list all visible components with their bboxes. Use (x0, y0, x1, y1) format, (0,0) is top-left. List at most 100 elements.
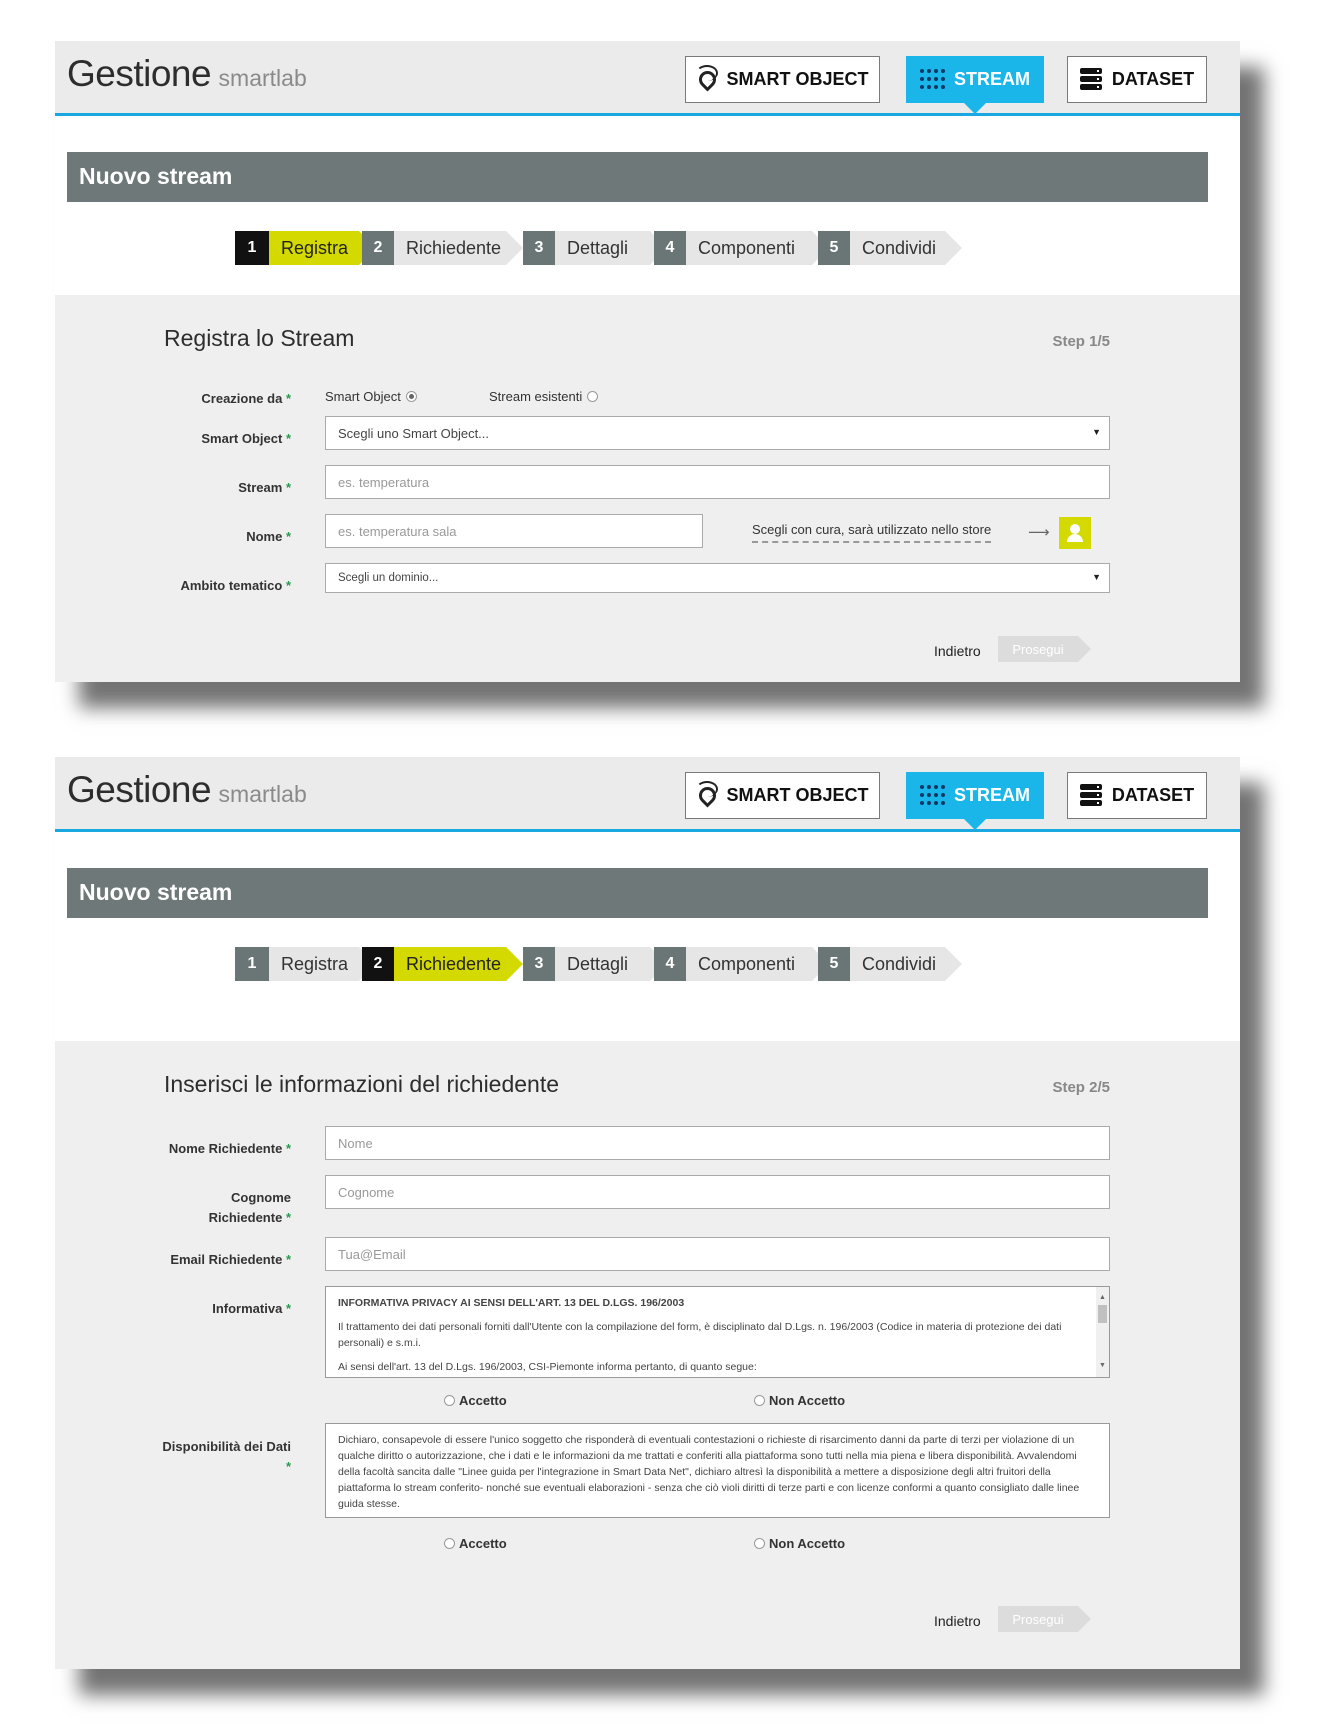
ambito-label: Ambito tematico * (180, 578, 291, 593)
disponibilita-accetto-radio[interactable]: Accetto (444, 1536, 507, 1551)
radio-stream-esistenti[interactable]: Stream esistenti (489, 389, 599, 404)
step-registra[interactable]: 1 Registra (235, 947, 376, 981)
email-richiedente-label: Email Richiedente * (170, 1252, 291, 1267)
step-label: Componenti (686, 231, 829, 265)
brand-main: Gestione (67, 53, 212, 94)
disponibilita-textarea[interactable]: Dichiaro, consapevole di essere l'unico … (325, 1423, 1110, 1518)
scroll-thumb[interactable] (1098, 1305, 1107, 1323)
nav-smart-object-button[interactable]: SMART OBJECT (685, 772, 880, 819)
dropdown-arrow-icon: ▼ (1092, 427, 1101, 437)
radio-unchecked-icon[interactable] (587, 391, 599, 402)
location-pin-icon (696, 780, 719, 809)
scroll-up-icon[interactable]: ▲ (1099, 1290, 1106, 1306)
step-number: 1 (235, 231, 269, 265)
nav-smart-object-button[interactable]: SMART OBJECT (685, 56, 880, 103)
step-dettagli[interactable]: 3 Dettagli (523, 947, 667, 981)
stream-dots-icon (920, 68, 945, 91)
nav-label: DATASET (1111, 785, 1195, 805)
brand: Gestione smartlab (67, 53, 307, 95)
cognome-richiedente-input[interactable]: Cognome (325, 1175, 1110, 1209)
radio-unchecked-icon[interactable] (754, 1538, 765, 1549)
informativa-textarea[interactable]: INFORMATIVA PRIVACY AI SENSI DELL'ART. 1… (325, 1286, 1110, 1378)
step-number: 1 (235, 947, 269, 981)
next-button[interactable]: Prosegui (998, 636, 1091, 662)
step-number: 4 (654, 947, 686, 981)
app-header: Gestione smartlab SMART OBJECT STREAM DA… (55, 757, 1240, 832)
step-label: Dettagli (555, 231, 667, 265)
step-number: 2 (362, 947, 394, 981)
database-icon (1079, 67, 1102, 92)
section-heading: Registra lo Stream (164, 325, 355, 351)
input-placeholder: es. temperatura (338, 474, 430, 490)
app-header: Gestione smartlab SMART OBJECT STREAM DA… (55, 41, 1240, 116)
informativa-accetto-radio[interactable]: Accetto (444, 1393, 507, 1408)
scroll-down-icon[interactable]: ▼ (1099, 1358, 1106, 1374)
nav-stream-button[interactable]: STREAM (906, 772, 1044, 830)
form-body: Registra lo Stream Step 1/5 Creazione da… (55, 295, 1240, 682)
radio-checked-icon[interactable] (405, 391, 417, 402)
disponibilita-text: Dichiaro, consapevole di essere l'unico … (338, 1434, 1080, 1510)
informativa-paragraph: Ai sensi dell'art. 13 del D.Lgs. 196/200… (338, 1361, 757, 1373)
radio-label: Accetto (459, 1393, 507, 1408)
form-body: Inserisci le informazioni del richiedent… (55, 1041, 1240, 1669)
input-placeholder: Tua@Email (338, 1246, 406, 1262)
step-indicator: Step 1/5 (1052, 333, 1110, 350)
scrollbar[interactable]: ▲ ▼ (1096, 1287, 1109, 1377)
select-value: Scegli uno Smart Object... (338, 425, 490, 441)
input-placeholder: Cognome (338, 1184, 395, 1200)
informativa-label: Informativa * (212, 1301, 291, 1316)
step-componenti[interactable]: 4 Componenti (654, 947, 829, 981)
next-button[interactable]: Prosegui (998, 1606, 1091, 1632)
step-condividi[interactable]: 5 Condividi (818, 231, 962, 265)
creazione-label: Creazione da * (201, 391, 291, 406)
radio-smart-object[interactable]: Smart Object (325, 389, 417, 404)
screen-registra: Gestione smartlab SMART OBJECT STREAM DA… (55, 41, 1240, 682)
user-icon[interactable] (1059, 517, 1091, 549)
brand-sub: smartlab (218, 781, 307, 807)
step-number: 5 (818, 231, 850, 265)
step-label: Componenti (686, 947, 829, 981)
informativa-non-accetto-radio[interactable]: Non Accetto (754, 1393, 845, 1408)
stream-input[interactable]: es. temperatura (325, 465, 1110, 499)
step-label: Dettagli (555, 947, 667, 981)
nome-input[interactable]: es. temperatura sala (325, 514, 703, 548)
step-richiedente[interactable]: 2 Richiedente (362, 947, 523, 981)
nav-dataset-button[interactable]: DATASET (1067, 772, 1207, 819)
step-componenti[interactable]: 4 Componenti (654, 231, 829, 265)
informativa-paragraph: Il trattamento dei dati personali fornit… (338, 1321, 1062, 1349)
input-placeholder: Nome (338, 1135, 373, 1151)
brand-main: Gestione (67, 769, 212, 810)
informativa-title: INFORMATIVA PRIVACY AI SENSI DELL'ART. 1… (338, 1297, 685, 1309)
radio-label: Non Accetto (769, 1393, 846, 1408)
disponibilita-label: Disponibilità dei Dati * (162, 1439, 291, 1474)
nome-richiedente-input[interactable]: Nome (325, 1126, 1110, 1160)
email-richiedente-input[interactable]: Tua@Email (325, 1237, 1110, 1271)
smart-object-select[interactable]: Scegli uno Smart Object... ▼ (325, 416, 1110, 450)
radio-label: Accetto (459, 1536, 507, 1551)
brand-sub: smartlab (218, 65, 307, 91)
ambito-select[interactable]: Scegli un dominio... ▼ (325, 563, 1110, 593)
nav-stream-button[interactable]: STREAM (906, 56, 1044, 114)
step-dettagli[interactable]: 3 Dettagli (523, 231, 667, 265)
nome-hint: Scegli con cura, sarà utilizzato nello s… (752, 522, 992, 543)
input-placeholder: es. temperatura sala (338, 523, 457, 539)
step-condividi[interactable]: 5 Condividi (818, 947, 962, 981)
back-link[interactable]: Indietro (934, 643, 981, 659)
back-link[interactable]: Indietro (934, 1613, 981, 1629)
disponibilita-non-accetto-radio[interactable]: Non Accetto (754, 1536, 845, 1551)
dropdown-arrow-icon: ▼ (1092, 572, 1101, 582)
location-pin-icon (696, 64, 719, 93)
arrow-right-icon: ⟶ (1028, 524, 1050, 541)
nav-label: STREAM (954, 69, 1030, 89)
nav-dataset-button[interactable]: DATASET (1067, 56, 1207, 103)
step-number: 3 (523, 231, 555, 265)
cognome-richiedente-label: Cognome Richiedente * (208, 1190, 291, 1225)
select-value: Scegli un dominio... (338, 572, 439, 584)
stream-label: Stream * (238, 480, 291, 495)
radio-unchecked-icon[interactable] (754, 1395, 765, 1406)
step-richiedente[interactable]: 2 Richiedente (362, 231, 523, 265)
radio-unchecked-icon[interactable] (444, 1538, 455, 1549)
radio-unchecked-icon[interactable] (444, 1395, 455, 1406)
step-indicator: Step 2/5 (1052, 1079, 1110, 1096)
step-registra[interactable]: 1 Registra (235, 231, 376, 265)
